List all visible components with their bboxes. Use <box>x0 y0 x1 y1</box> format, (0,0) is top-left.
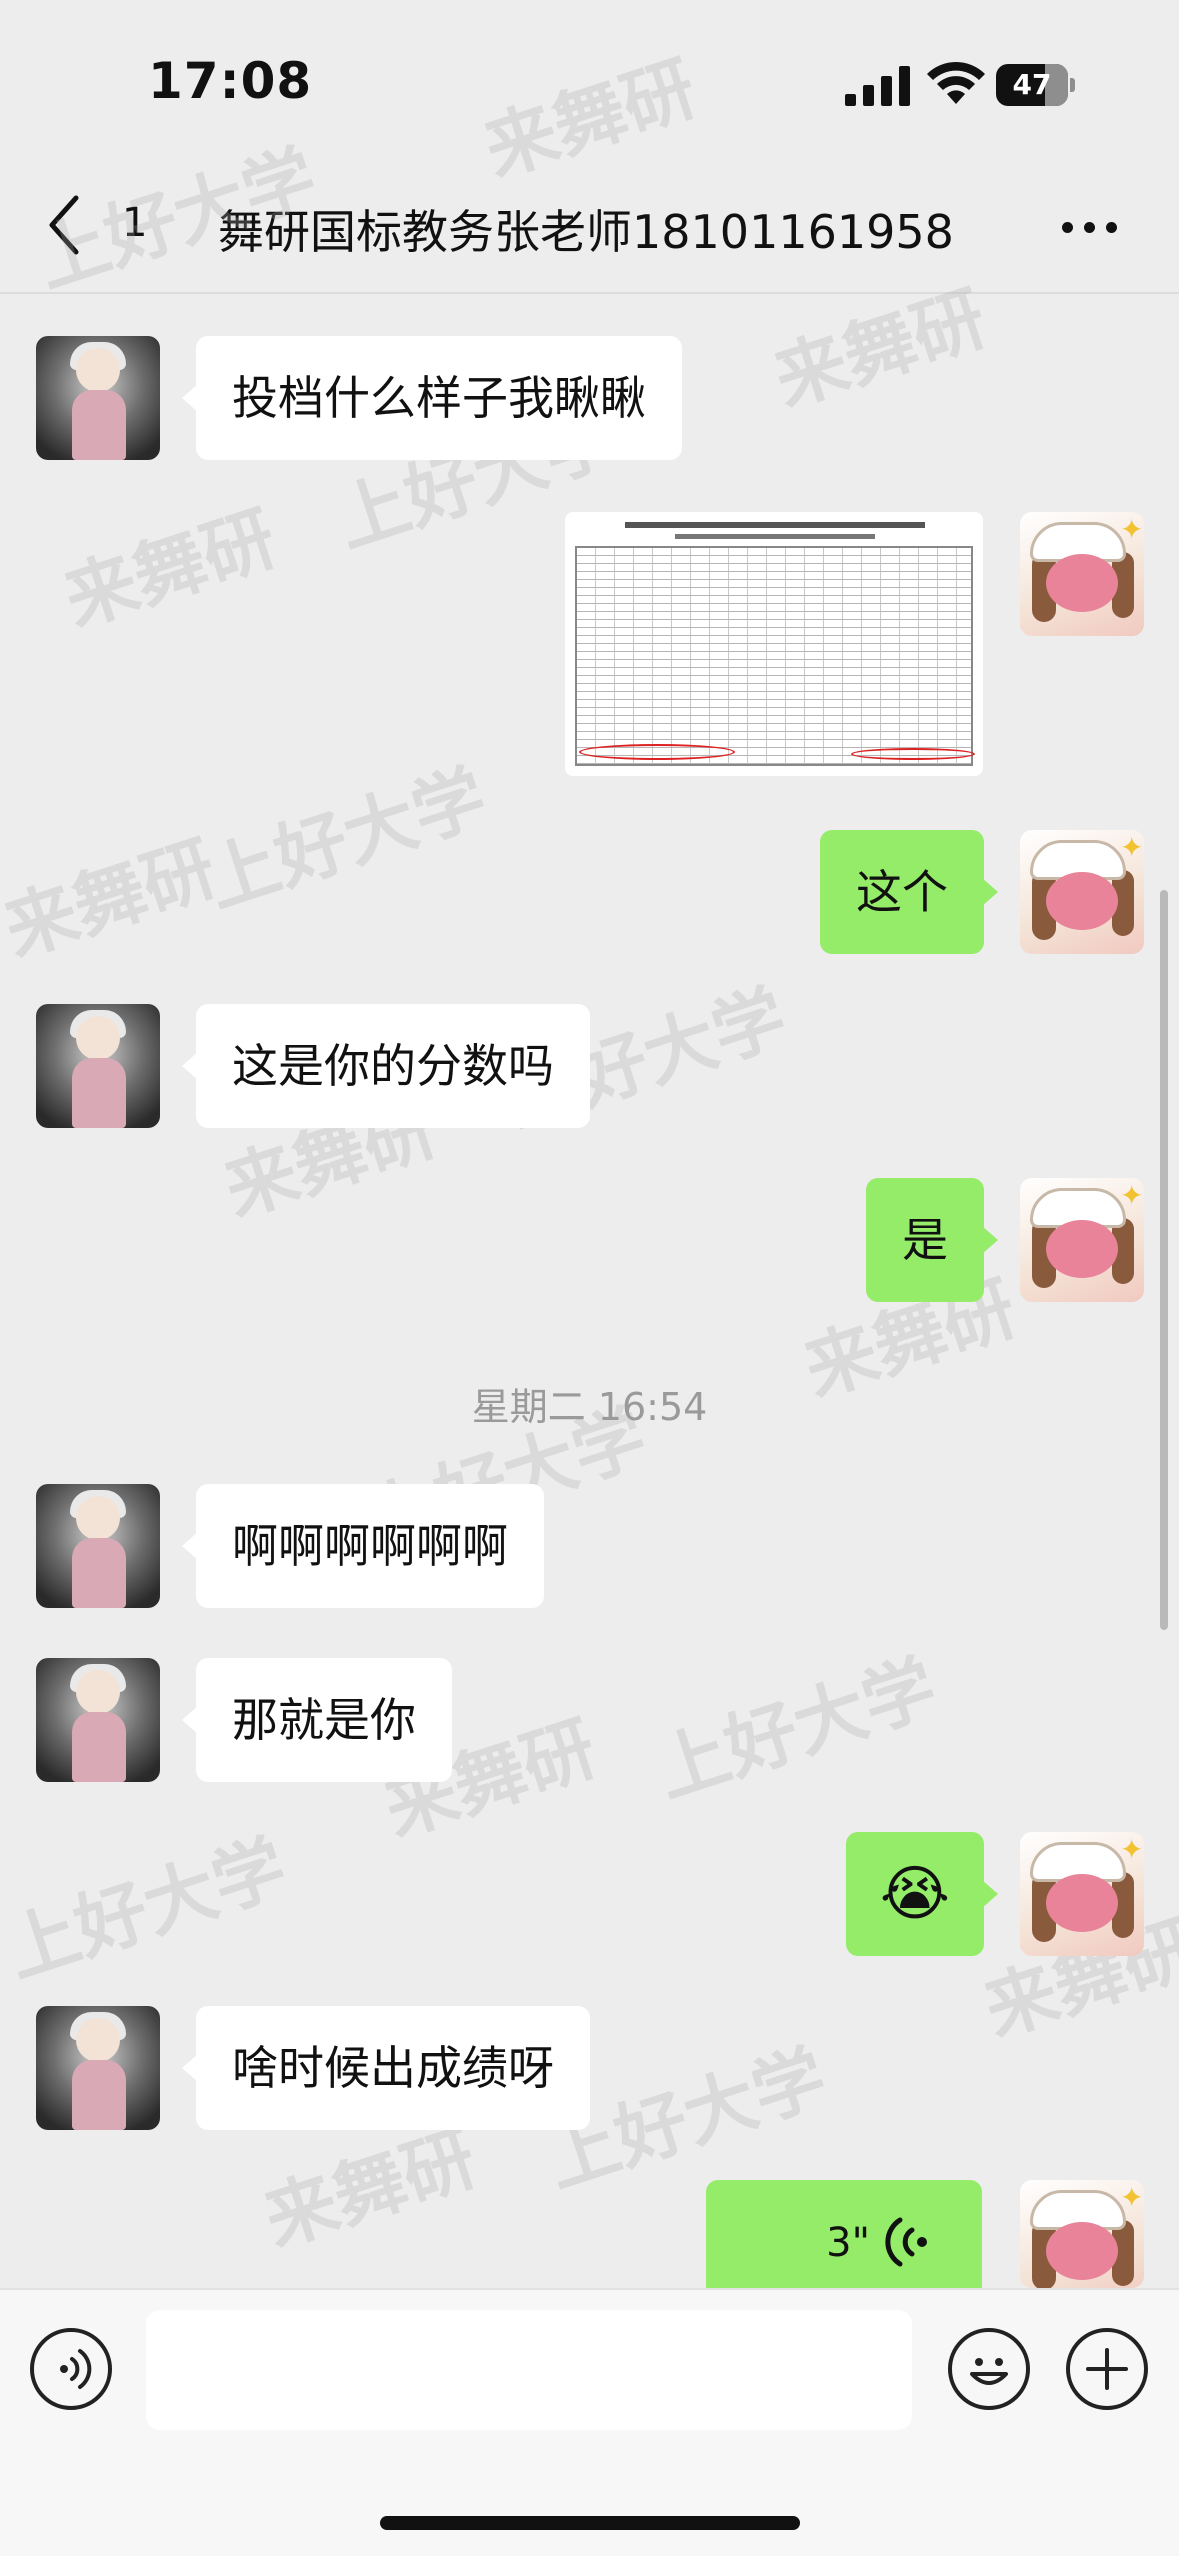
emoji-message[interactable]: 😭 <box>845 1832 999 1956</box>
watermark: 上好大学 <box>646 1644 946 1814</box>
battery-icon: 47 <box>996 64 1075 106</box>
watermark: 来舞研 <box>474 45 706 193</box>
self-avatar[interactable]: ✦ <box>1020 2180 1144 2288</box>
contact-avatar[interactable] <box>36 1658 160 1782</box>
signal-icon <box>845 66 910 106</box>
watermark: 上好大学 <box>0 1824 296 1994</box>
chevron-left-icon[interactable] <box>42 190 132 260</box>
chat-title: 舞研国标教务张老师18101161958 <box>218 205 954 259</box>
watermark: 来舞研 <box>764 275 996 423</box>
message-bubble[interactable]: 是 <box>866 1178 998 1302</box>
emoji-icon[interactable] <box>948 2328 1030 2410</box>
message-bubble[interactable]: 这个 <box>820 830 998 954</box>
contact-avatar[interactable] <box>36 1004 160 1128</box>
timestamp: 星期二 16:54 <box>471 1385 708 1429</box>
image-message[interactable] <box>565 512 983 776</box>
message-bubble[interactable]: 投档什么样子我瞅瞅 <box>182 336 682 460</box>
voice-duration: 3" <box>826 2220 870 2266</box>
watermark: 来舞研 <box>0 825 226 973</box>
message-bubble[interactable]: 这是你的分数吗 <box>182 1004 590 1128</box>
self-avatar[interactable]: ✦ <box>1020 830 1144 954</box>
message-bubble[interactable]: 啥时候出成绩呀 <box>182 2006 590 2130</box>
watermark: 上好大学 <box>196 754 496 924</box>
voice-message[interactable]: 3" <box>706 2180 982 2304</box>
contact-avatar[interactable] <box>36 336 160 460</box>
self-avatar[interactable]: ✦ <box>1020 1832 1144 1956</box>
contact-avatar[interactable] <box>36 2006 160 2130</box>
self-avatar[interactable]: ✦ <box>1020 1178 1144 1302</box>
self-avatar[interactable]: ✦ <box>1020 512 1144 636</box>
message-bubble[interactable]: 那就是你 <box>182 1658 452 1782</box>
plus-icon[interactable] <box>1066 2328 1148 2410</box>
voice-input-icon[interactable] <box>30 2328 112 2410</box>
wifi-icon <box>927 61 985 104</box>
scrollbar[interactable] <box>1160 890 1168 1630</box>
watermark: 来舞研 <box>54 495 286 643</box>
voice-wave-icon <box>885 2217 927 2267</box>
battery-level: 47 <box>1012 68 1052 101</box>
more-dots-icon[interactable] <box>1062 210 1122 240</box>
unread-count[interactable]: 1 <box>122 200 147 246</box>
home-indicator[interactable] <box>380 2516 800 2530</box>
message-bubble[interactable]: 啊啊啊啊啊啊 <box>182 1484 544 1608</box>
contact-avatar[interactable] <box>36 1484 160 1608</box>
status-time: 17:08 <box>148 52 313 110</box>
nav-divider <box>0 292 1179 294</box>
message-input[interactable] <box>146 2310 912 2430</box>
